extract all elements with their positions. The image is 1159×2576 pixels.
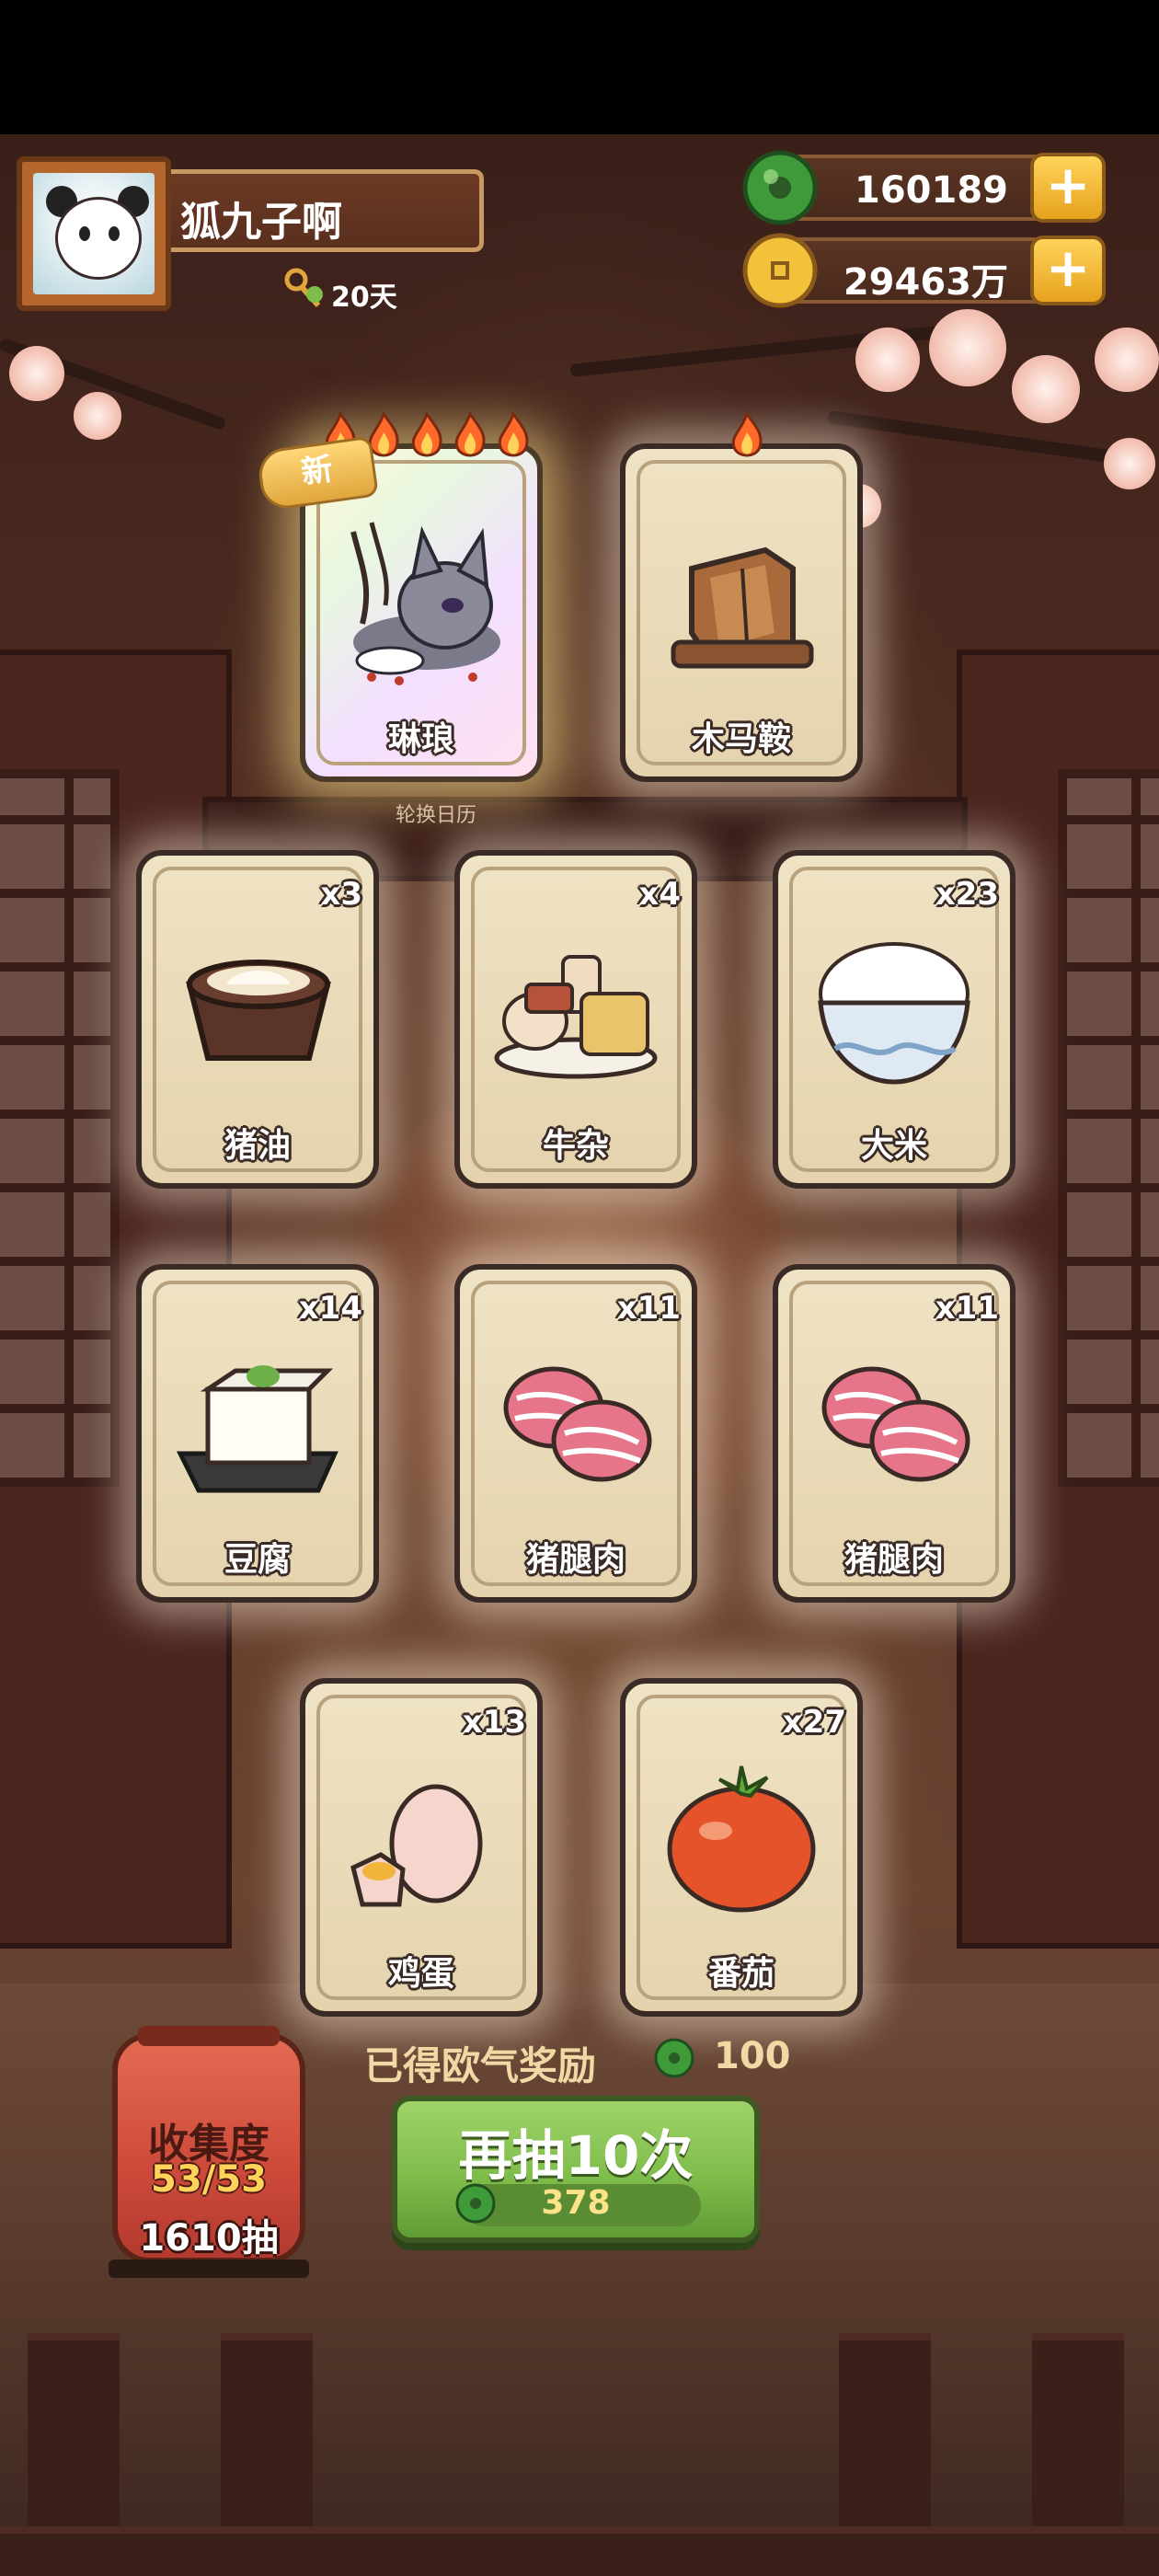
jade-amount: 160189 (855, 169, 1008, 212)
rice-bowl-icon (818, 942, 970, 1085)
item-name: 猪腿肉 (843, 1541, 944, 1579)
blossom-flower (1095, 328, 1159, 392)
add-coins-button[interactable]: + (1030, 236, 1106, 305)
days-counter: 20天 (331, 282, 397, 314)
blossom-flower (929, 309, 1006, 386)
item-name: 牛杂 (542, 1127, 609, 1165)
tofu-icon (176, 1365, 339, 1493)
flame-icon (411, 412, 442, 457)
blossom-flower (855, 328, 920, 392)
item-name: 猪腿肉 (525, 1541, 625, 1579)
card-name: 木马鞍 (691, 720, 791, 758)
coin-currency-bar: 29463万 + (742, 233, 1106, 308)
item-name: 番茄 (707, 1955, 775, 1993)
item-card[interactable]: x14 豆腐 (136, 1264, 379, 1603)
flame-icon (498, 412, 529, 457)
blossom-flower (9, 346, 64, 401)
pork-leg-icon (503, 1366, 652, 1482)
coin-amount: 29463万 (843, 261, 1008, 304)
railing-bar (0, 2526, 1159, 2576)
tomato-icon (667, 1765, 816, 1913)
reward-label: 已得欧气奖励 (364, 2043, 597, 2088)
flame-icon (731, 412, 763, 457)
item-card[interactable]: x11 猪腿肉 (773, 1264, 1016, 1603)
player-avatar-frame[interactable] (17, 156, 171, 311)
left-lattice-window (0, 769, 120, 1487)
item-card[interactable]: x4 牛杂 (454, 850, 697, 1189)
blossom-flower (74, 392, 121, 440)
item-count: x4 (638, 876, 681, 913)
draw-again-button[interactable]: 再抽10次 378 (392, 2096, 760, 2243)
rarity-flames (625, 412, 868, 467)
avatar (33, 173, 155, 294)
collection-lantern[interactable]: 收集度 53/53 1610抽 (112, 2026, 305, 2263)
calendar-key-icon (284, 268, 323, 308)
item-card[interactable]: x11 猪腿肉 (454, 1264, 697, 1603)
wooden-saddle-icon (671, 546, 814, 669)
card-name: 琳琅 (387, 720, 454, 758)
reward-value: 100 (714, 2035, 791, 2077)
jade-icon (742, 150, 818, 225)
total-draws: 1610抽 (139, 2217, 279, 2260)
blossom-flower (1104, 438, 1155, 489)
draw-button-label: 再抽10次 (458, 2124, 694, 2187)
blossom-flower (1012, 355, 1080, 423)
item-count: x27 (782, 1704, 846, 1741)
flame-icon (454, 412, 486, 457)
featured-card-item[interactable]: 木马鞍 (620, 412, 863, 782)
item-name: 猪油 (224, 1127, 291, 1165)
item-count: x14 (298, 1290, 362, 1327)
player-name: 狐九子啊 (180, 199, 342, 246)
item-count: x13 (462, 1704, 526, 1741)
pork-leg-icon (821, 1366, 970, 1482)
item-name: 大米 (860, 1127, 927, 1165)
item-count: x11 (935, 1290, 999, 1327)
item-card[interactable]: x3 猪油 (136, 850, 379, 1189)
fox-character-icon (350, 522, 500, 685)
lantern-stand (109, 2260, 309, 2278)
egg-icon (350, 1784, 483, 1907)
item-card[interactable]: x27 番茄 (620, 1678, 863, 2017)
featured-card-character[interactable]: 新 琳琅 (256, 412, 543, 782)
item-count: x11 (616, 1290, 681, 1327)
lantern-cap (138, 2026, 280, 2046)
collection-progress: 53/53 (151, 2158, 267, 2201)
item-name: 鸡蛋 (387, 1955, 454, 1993)
item-count: x23 (935, 876, 999, 913)
item-card[interactable]: x13 鸡蛋 (300, 1678, 543, 2017)
beef-offal-icon (494, 955, 658, 1079)
gold-coin-icon (742, 233, 818, 308)
item-name: 豆腐 (224, 1541, 291, 1579)
jade-icon (654, 2038, 694, 2078)
jade-currency-bar: 160189 + (742, 150, 1106, 225)
item-count: x3 (320, 876, 362, 913)
rotation-calendar-caption: 轮换日历 (396, 804, 477, 827)
draw-cost: 378 (541, 2184, 611, 2222)
lard-bowl-icon (186, 960, 331, 1061)
add-jade-button[interactable]: + (1030, 153, 1106, 223)
item-card[interactable]: x23 大米 (773, 850, 1016, 1189)
right-lattice-window (1058, 769, 1159, 1487)
player-name-plate[interactable]: 狐九子啊 (171, 169, 484, 252)
